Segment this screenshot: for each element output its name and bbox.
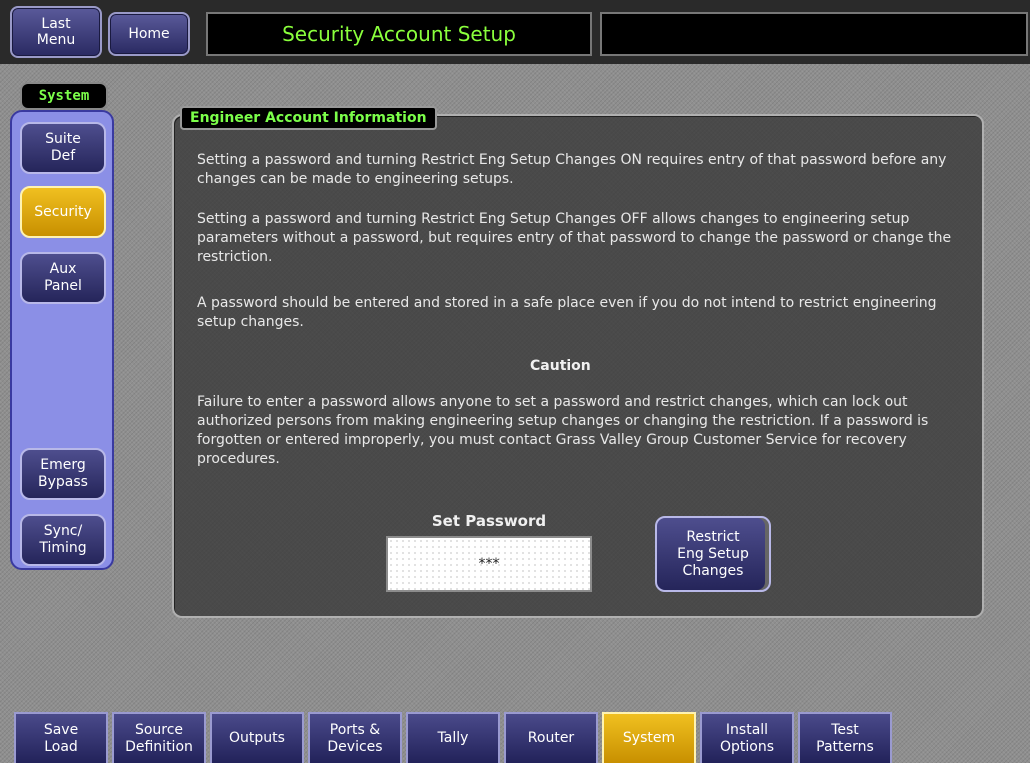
tab-router[interactable]: Router: [504, 712, 598, 763]
sidebar: [10, 110, 114, 570]
sidebar-item-aux-panel[interactable]: Aux Panel: [20, 252, 106, 304]
info-paragraph-2: Setting a password and turning Restrict …: [197, 211, 952, 265]
sidebar-label: System: [20, 82, 108, 110]
tab-source-definition[interactable]: Source Definition: [112, 712, 206, 763]
tab-test-patterns[interactable]: Test Patterns: [798, 712, 892, 763]
caution-paragraph: Failure to enter a password allows anyon…: [197, 394, 929, 467]
tab-install-options[interactable]: Install Options: [700, 712, 794, 763]
page-title: Security Account Setup: [206, 12, 592, 56]
password-label: Set Password: [431, 512, 547, 530]
sidebar-item-sync-timing[interactable]: Sync/ Timing: [20, 514, 106, 566]
tab-ports-devices[interactable]: Ports & Devices: [308, 712, 402, 763]
sidebar-item-suite-def[interactable]: Suite Def: [20, 122, 106, 174]
status-display: [600, 12, 1028, 56]
caution-title: Caution: [530, 358, 591, 374]
tab-system[interactable]: System: [602, 712, 696, 763]
panel-header: Engineer Account Information: [180, 106, 437, 130]
info-paragraph-3: A password should be entered and stored …: [197, 295, 937, 330]
sidebar-item-emerg-bypass[interactable]: Emerg Bypass: [20, 448, 106, 500]
tab-outputs[interactable]: Outputs: [210, 712, 304, 763]
sidebar-item-security[interactable]: Security: [20, 186, 106, 238]
tab-tally[interactable]: Tally: [406, 712, 500, 763]
restrict-eng-setup-button[interactable]: Restrict Eng Setup Changes: [655, 516, 771, 592]
info-paragraph-1: Setting a password and turning Restrict …: [197, 152, 947, 187]
tab-save-load[interactable]: Save Load: [14, 712, 108, 763]
password-field[interactable]: ***: [386, 536, 592, 592]
home-button[interactable]: Home: [108, 12, 190, 56]
last-menu-button[interactable]: Last Menu: [10, 6, 102, 58]
